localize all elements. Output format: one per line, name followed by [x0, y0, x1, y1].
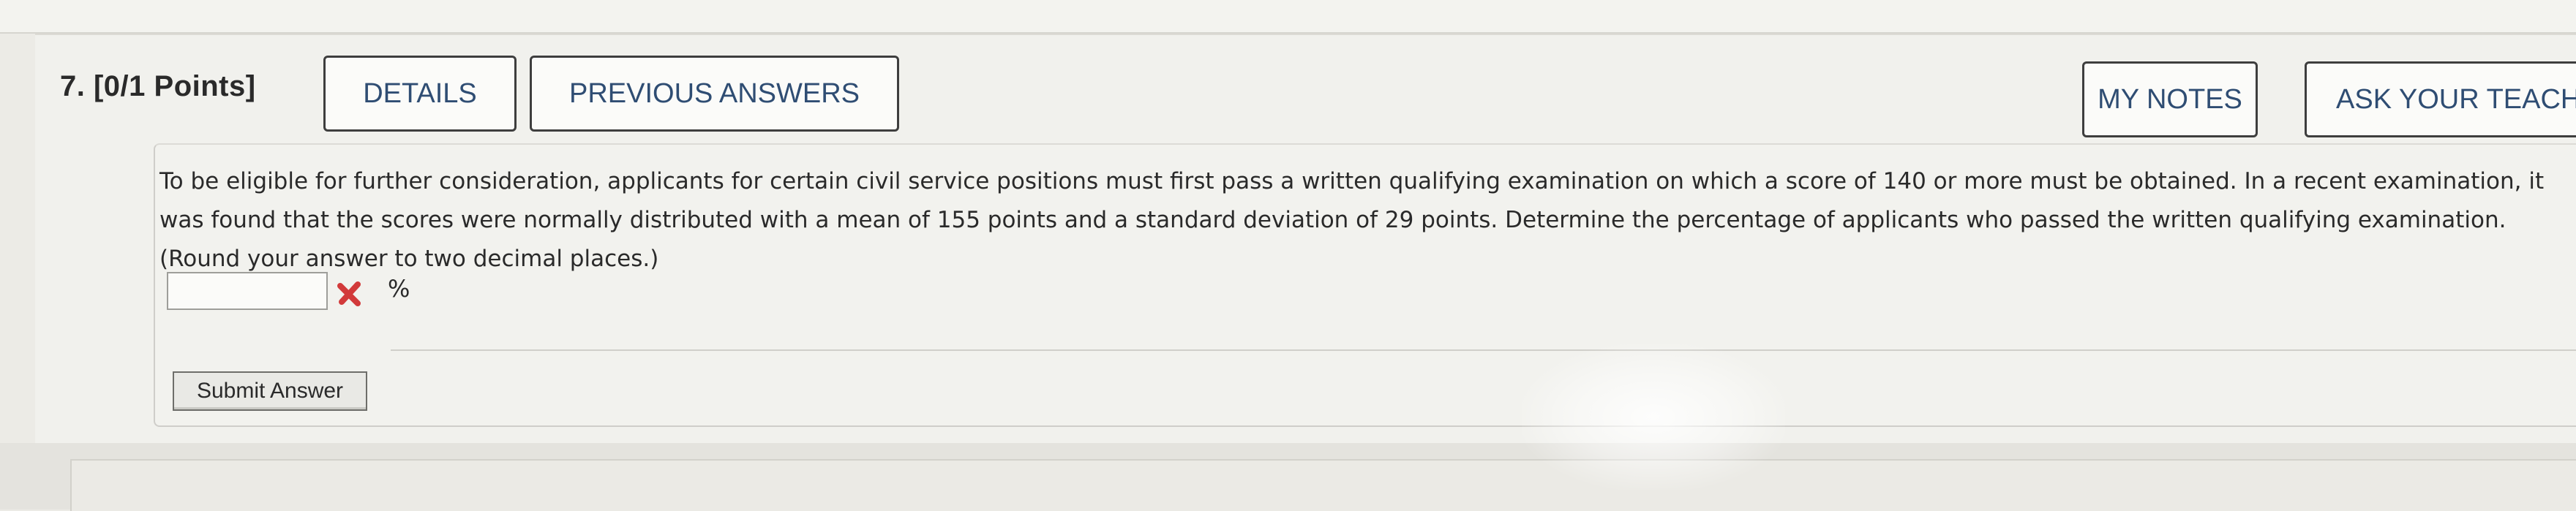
separator-line [391, 349, 2576, 351]
incorrect-x-icon [337, 281, 361, 306]
top-strip [0, 0, 2576, 34]
previous-answers-button[interactable]: PREVIOUS ANSWERS [530, 56, 899, 132]
my-notes-button[interactable]: MY NOTES [2082, 61, 2258, 137]
answer-unit: % [388, 275, 410, 303]
question-number: 7. [0/1 Points] [60, 70, 256, 102]
submit-answer-button[interactable]: Submit Answer [173, 371, 367, 411]
answer-input[interactable] [167, 272, 328, 310]
screen-glare [1522, 344, 1785, 490]
details-button[interactable]: DETAILS [323, 56, 517, 132]
question-text: To be eligible for further consideration… [159, 168, 2545, 272]
next-question-panel [70, 459, 2576, 511]
ask-your-teacher-button[interactable]: ASK YOUR TEACH [2305, 61, 2576, 137]
